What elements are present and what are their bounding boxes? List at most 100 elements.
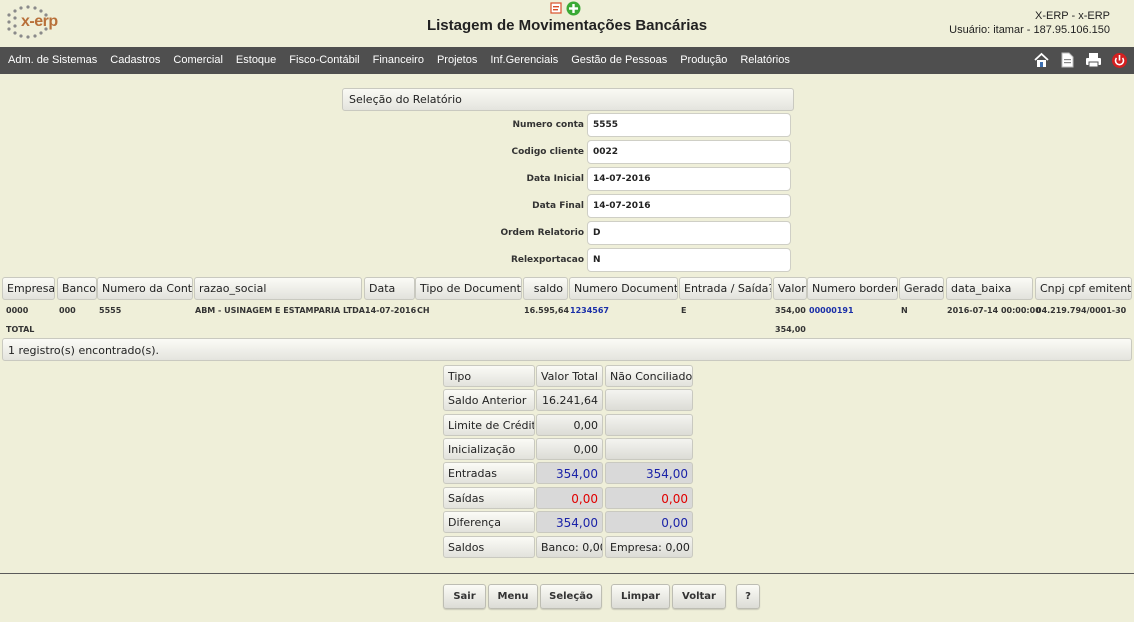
summary-header-tipo: Tipo xyxy=(443,365,535,387)
main-menu-bar: Adm. de Sistemas Cadastros Comercial Est… xyxy=(0,47,1134,74)
home-icon[interactable] xyxy=(1033,51,1050,69)
total-label: TOTAL xyxy=(6,325,35,334)
menu-item-estoque[interactable]: Estoque xyxy=(236,54,276,66)
cell-saldo: 16.595,64 xyxy=(524,306,570,315)
data-inicial-field[interactable]: 14-07-2016 xyxy=(587,167,791,191)
system-name: X-ERP - x-ERP xyxy=(1035,10,1110,22)
field-row-data-inicial: Data Inicial 14-07-2016 xyxy=(342,167,794,192)
summary-saldo-anterior-total: 16.241,64 xyxy=(536,389,603,411)
ordem-relatorio-field[interactable]: D xyxy=(587,221,791,245)
total-valor: 354,00 xyxy=(775,325,806,334)
column-header-data[interactable]: Data xyxy=(364,277,415,300)
relexportacao-field[interactable]: N xyxy=(587,248,791,272)
summary-label-inicializacao: Inicialização xyxy=(443,438,535,460)
menu-item-cadastros[interactable]: Cadastros xyxy=(110,54,160,66)
summary-saidas-total: 0,00 xyxy=(536,487,603,509)
codigo-cliente-field[interactable]: 0022 xyxy=(587,140,791,164)
summary-label-saldo-anterior: Saldo Anterior xyxy=(443,389,535,411)
footer-divider xyxy=(0,573,1134,574)
print-icon[interactable] xyxy=(1085,51,1102,69)
column-header-saldo[interactable]: saldo xyxy=(523,277,568,300)
selection-panel-title: Seleção do Relatório xyxy=(342,88,794,111)
system-info: X-ERP - x-ERP Usuário: itamar - 187.95.1… xyxy=(949,9,1110,37)
cell-valor: 354,00 xyxy=(775,306,806,315)
voltar-button[interactable]: Voltar xyxy=(672,584,726,609)
column-header-numero-bordero[interactable]: Numero bordero xyxy=(807,277,898,300)
cell-numero-documento-link[interactable]: 1234567 xyxy=(570,306,609,315)
menu-item-gestao-pessoas[interactable]: Gestão de Pessoas xyxy=(571,54,667,66)
column-header-empresa[interactable]: Empresa xyxy=(2,277,55,300)
menu-item-adm-sistemas[interactable]: Adm. de Sistemas xyxy=(8,54,97,66)
column-header-entrada-saida[interactable]: Entrada / Saída? xyxy=(679,277,772,300)
menu-button[interactable]: Menu xyxy=(488,584,538,609)
summary-saldos-empresa: Empresa: 0,00 xyxy=(605,536,693,558)
sair-button[interactable]: Sair xyxy=(443,584,486,609)
menu-item-inf-gerenciais[interactable]: Inf.Gerenciais xyxy=(490,54,558,66)
summary-label-entradas: Entradas xyxy=(443,462,535,484)
menu-item-comercial[interactable]: Comercial xyxy=(173,54,223,66)
summary-header-nao-conciliados: Não Conciliados xyxy=(605,365,693,387)
column-header-cnpj-cpf[interactable]: Cnpj cpf emitente xyxy=(1035,277,1132,300)
summary-saldo-anterior-nc xyxy=(605,389,693,411)
field-row-numero-conta: Numero conta 5555 xyxy=(342,113,794,138)
summary-inicializacao-nc xyxy=(605,438,693,460)
summary-saldos-banco: Banco: 0,00 xyxy=(536,536,603,558)
field-row-relexportacao: Relexportacao N xyxy=(342,248,794,273)
summary-entradas-nc: 354,00 xyxy=(605,462,693,484)
summary-entradas-total: 354,00 xyxy=(536,462,603,484)
page-header: x-erp Listagem de Movimentações Bancária… xyxy=(0,0,1134,47)
cell-data: 14-07-2016 xyxy=(365,306,417,315)
cell-numero-conta: 5555 xyxy=(99,306,122,315)
summary-limite-credito-nc xyxy=(605,414,693,436)
document-icon[interactable] xyxy=(1059,51,1076,69)
data-final-field[interactable]: 14-07-2016 xyxy=(587,194,791,218)
summary-diferenca-total: 354,00 xyxy=(536,511,603,533)
cell-razao-social: ABM - USINAGEM E ESTAMPARIA LTDA. xyxy=(195,306,369,315)
summary-label-diferenca: Diferença xyxy=(443,511,535,533)
help-button[interactable]: ? xyxy=(736,584,760,609)
field-row-codigo-cliente: Codigo cliente 0022 xyxy=(342,140,794,165)
summary-label-saidas: Saídas xyxy=(443,487,535,509)
summary-inicializacao-total: 0,00 xyxy=(536,438,603,460)
summary-label-limite-credito: Limite de Crédito xyxy=(443,414,535,436)
codigo-cliente-label: Codigo cliente xyxy=(511,147,585,157)
column-header-numero-documento[interactable]: Numero Documento xyxy=(569,277,678,300)
column-header-numero-conta[interactable]: Numero da Conta xyxy=(97,277,193,300)
field-row-data-final: Data Final 14-07-2016 xyxy=(342,194,794,219)
user-info: Usuário: itamar - 187.95.106.150 xyxy=(949,24,1110,36)
selecao-button[interactable]: Seleção xyxy=(540,584,602,609)
column-header-tipo-documento[interactable]: Tipo de Documento xyxy=(415,277,522,300)
limpar-button[interactable]: Limpar xyxy=(611,584,670,609)
numero-conta-label: Numero conta xyxy=(512,120,584,130)
menu-item-fisco-contabil[interactable]: Fisco-Contábil xyxy=(289,54,359,66)
menu-item-financeiro[interactable]: Financeiro xyxy=(373,54,424,66)
cell-entrada-saida: E xyxy=(681,306,687,315)
column-header-banco[interactable]: Banco xyxy=(57,277,97,300)
records-found-status: 1 registro(s) encontrado(s). xyxy=(2,338,1132,361)
summary-label-saldos: Saldos xyxy=(443,536,535,558)
column-header-gerado[interactable]: Gerado xyxy=(899,277,944,300)
menu-item-projetos[interactable]: Projetos xyxy=(437,54,477,66)
summary-saidas-nc: 0,00 xyxy=(605,487,693,509)
cell-cnpj-cpf: 04.219.794/0001-30 xyxy=(1036,306,1127,315)
add-icon[interactable] xyxy=(566,1,581,16)
relexportacao-label: Relexportacao xyxy=(510,255,584,265)
report-export-icon[interactable] xyxy=(550,1,564,15)
summary-header-valor-total: Valor Total xyxy=(536,365,603,387)
cell-numero-bordero-link[interactable]: 00000191 xyxy=(809,306,854,315)
ordem-relatorio-label: Ordem Relatorio xyxy=(500,228,584,238)
cell-banco: 000 xyxy=(59,306,76,315)
cell-data-baixa: 2016-07-14 00:00:00 xyxy=(947,306,1041,315)
numero-conta-field[interactable]: 5555 xyxy=(587,113,791,137)
power-icon[interactable] xyxy=(1111,51,1128,69)
menu-item-relatorios[interactable]: Relatórios xyxy=(740,54,790,66)
cell-empresa: 0000 xyxy=(6,306,29,315)
column-header-razao-social[interactable]: razao_social xyxy=(194,277,362,300)
menu-item-producao[interactable]: Produção xyxy=(680,54,727,66)
column-header-data-baixa[interactable]: data_baixa xyxy=(946,277,1033,300)
data-final-label: Data Final xyxy=(532,201,584,211)
data-inicial-label: Data Inicial xyxy=(526,174,584,184)
summary-limite-credito-total: 0,00 xyxy=(536,414,603,436)
cell-tipo-documento: CH xyxy=(417,306,430,315)
column-header-valor[interactable]: Valor xyxy=(773,277,807,300)
